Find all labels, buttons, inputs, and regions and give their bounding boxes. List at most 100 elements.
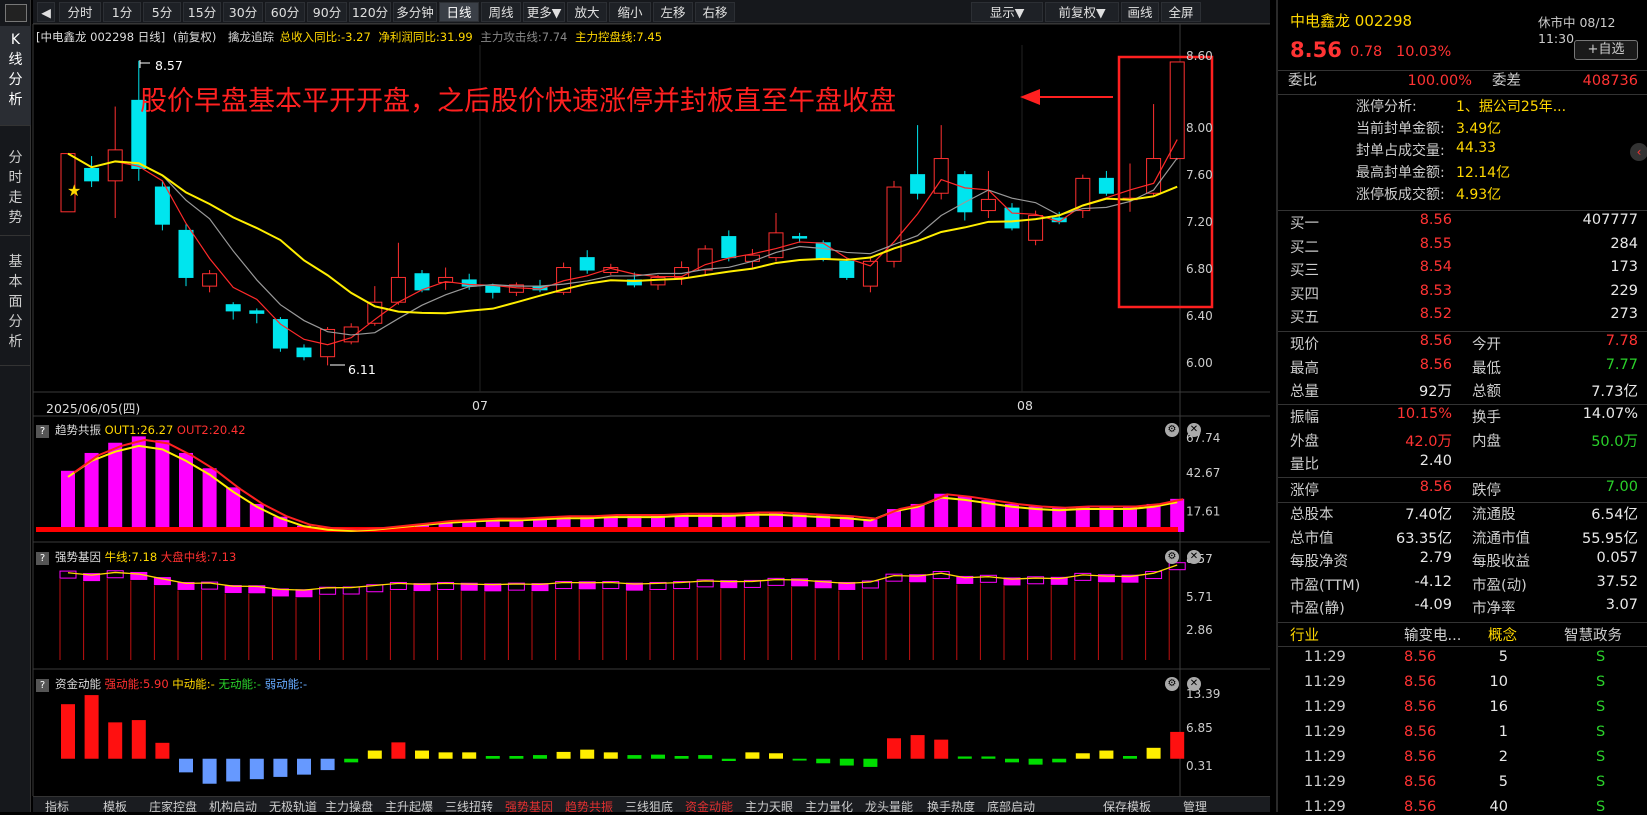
candle[interactable] bbox=[438, 267, 454, 290]
bottom-tab-16[interactable]: 底部启动 bbox=[987, 798, 1035, 812]
bottom-tab-10[interactable]: 三线狙底 bbox=[625, 798, 673, 812]
candle[interactable] bbox=[1169, 61, 1185, 160]
candle[interactable] bbox=[178, 224, 194, 287]
bottom-tab-6[interactable]: 主升起爆 bbox=[385, 798, 433, 812]
settings-icon[interactable]: ⚙ bbox=[1165, 423, 1179, 437]
stock-title: 中电鑫龙 002298 bbox=[1290, 12, 1413, 30]
help-icon[interactable]: ? bbox=[36, 552, 49, 565]
limit-up-value: 8.56 bbox=[1419, 479, 1452, 495]
fund-value: -4.12 bbox=[1414, 573, 1452, 590]
close-icon[interactable]: ✕ bbox=[1187, 677, 1201, 691]
high-marker bbox=[139, 60, 150, 68]
bid-price: 8.56 bbox=[1419, 212, 1452, 228]
industry-item-1[interactable]: 输变电... bbox=[1404, 624, 1461, 645]
limit-down-value: 7.00 bbox=[1605, 479, 1638, 495]
indicator-bar bbox=[61, 470, 75, 532]
tick-side: S bbox=[1596, 699, 1606, 715]
fund-label2: 市净率 bbox=[1472, 601, 1516, 618]
annotation-arrow bbox=[1020, 89, 1113, 105]
candle[interactable] bbox=[508, 282, 524, 297]
indicator-bar bbox=[155, 742, 170, 759]
candle[interactable] bbox=[1146, 104, 1162, 196]
bottom-tab-18[interactable]: 管理 bbox=[1183, 798, 1207, 812]
help-icon[interactable]: ? bbox=[36, 679, 49, 692]
close-icon[interactable]: ✕ bbox=[1187, 423, 1201, 437]
bottom-tab-1[interactable]: 模板 bbox=[103, 798, 127, 812]
bottom-tab-3[interactable]: 机构启动 bbox=[209, 798, 257, 812]
settings-icon[interactable]: ⚙ bbox=[1165, 550, 1179, 564]
bottom-tab-9[interactable]: 趋势共振 bbox=[565, 798, 613, 812]
bottom-tab-11[interactable]: 资金动能 bbox=[685, 798, 733, 812]
candle[interactable] bbox=[225, 302, 241, 320]
bottom-tab-14[interactable]: 龙头量能 bbox=[865, 798, 913, 812]
candle[interactable] bbox=[414, 270, 430, 293]
baseline-bar bbox=[36, 527, 1178, 532]
indicator-bar bbox=[108, 442, 123, 532]
bid-volume: 229 bbox=[1610, 282, 1638, 299]
low-price-label: 6.11 bbox=[348, 362, 376, 377]
bottom-tab-7[interactable]: 三线扭转 bbox=[445, 798, 493, 812]
candle[interactable] bbox=[84, 156, 100, 188]
close-icon[interactable]: ✕ bbox=[1187, 550, 1201, 564]
candle[interactable] bbox=[886, 180, 902, 268]
candle[interactable] bbox=[390, 242, 406, 305]
candle[interactable] bbox=[1098, 170, 1114, 196]
bottom-tab-15[interactable]: 换手热度 bbox=[927, 798, 975, 812]
candle[interactable] bbox=[744, 248, 760, 268]
indicator-bar bbox=[273, 758, 288, 777]
money-momentum-bars: 13.396.850.31 bbox=[61, 687, 1220, 784]
candle[interactable] bbox=[579, 250, 595, 274]
help-icon[interactable]: ? bbox=[36, 425, 49, 438]
bottom-tab-13[interactable]: 主力量化 bbox=[805, 798, 853, 812]
bottom-tab-5[interactable]: 主力操盘 bbox=[325, 798, 373, 812]
chevron-left-icon[interactable]: ‹ bbox=[1630, 143, 1647, 161]
candle[interactable] bbox=[957, 170, 973, 221]
bottom-tab-12[interactable]: 主力天眼 bbox=[745, 798, 793, 812]
quote-value2: 7.77 bbox=[1605, 356, 1638, 373]
candle[interactable] bbox=[272, 317, 288, 352]
candle[interactable] bbox=[154, 180, 170, 231]
indicator-bar bbox=[226, 758, 241, 782]
candle[interactable] bbox=[461, 273, 477, 290]
quote-value2: 7.73亿 bbox=[1591, 384, 1638, 400]
limit-up-label: 涨停 bbox=[1290, 483, 1319, 499]
bottom-tab-17[interactable]: 保存模板 bbox=[1103, 798, 1151, 812]
tick-volume: 2 bbox=[1498, 749, 1508, 765]
bid-volume: 407777 bbox=[1582, 212, 1638, 228]
industry-item-3[interactable]: 智慧政务 bbox=[1564, 624, 1622, 645]
quote-label2: 总额 bbox=[1472, 384, 1501, 400]
candle[interactable] bbox=[910, 125, 926, 200]
tick-side: S bbox=[1596, 774, 1606, 790]
tick-price: 8.56 bbox=[1404, 674, 1437, 690]
add-watchlist-button[interactable]: +自选 bbox=[1574, 40, 1638, 60]
price-tick: 8.60 bbox=[1186, 49, 1213, 63]
settings-icon[interactable]: ⚙ bbox=[1165, 677, 1179, 691]
zt-label: 最高封单金额: bbox=[1356, 165, 1445, 181]
industry-item-0[interactable]: 行业 bbox=[1290, 624, 1319, 645]
label-weibi: 委比 bbox=[1288, 73, 1317, 89]
quote2-value2: 50.0万 bbox=[1591, 433, 1638, 450]
candle[interactable] bbox=[792, 232, 808, 243]
zt-value: 12.14亿 bbox=[1456, 165, 1511, 181]
candle[interactable] bbox=[1075, 174, 1091, 218]
bottom-tab-8[interactable]: 强势基因 bbox=[505, 798, 553, 812]
candle[interactable] bbox=[933, 125, 949, 200]
ma-line bbox=[67, 152, 1178, 315]
candle[interactable] bbox=[249, 308, 265, 324]
indicator-bar bbox=[887, 738, 901, 759]
candle[interactable] bbox=[839, 257, 855, 280]
sep bbox=[1278, 331, 1647, 332]
candle[interactable] bbox=[202, 270, 218, 293]
tick-price: 8.56 bbox=[1404, 649, 1437, 665]
candle[interactable] bbox=[862, 256, 878, 293]
bottom-tab-4[interactable]: 无极轨道 bbox=[269, 798, 317, 812]
fund-value2: 6.54亿 bbox=[1591, 507, 1638, 523]
indicator-bar bbox=[1052, 758, 1067, 763]
bottom-tab-0[interactable]: 指标 bbox=[45, 798, 69, 812]
quote2-value: 42.0万 bbox=[1405, 433, 1452, 450]
candle[interactable] bbox=[1004, 203, 1020, 231]
bottom-tab-2[interactable]: 庄家控盘 bbox=[149, 798, 197, 812]
candle[interactable] bbox=[1122, 163, 1138, 212]
candle[interactable] bbox=[296, 344, 312, 361]
industry-item-2[interactable]: 概念 bbox=[1488, 624, 1517, 645]
